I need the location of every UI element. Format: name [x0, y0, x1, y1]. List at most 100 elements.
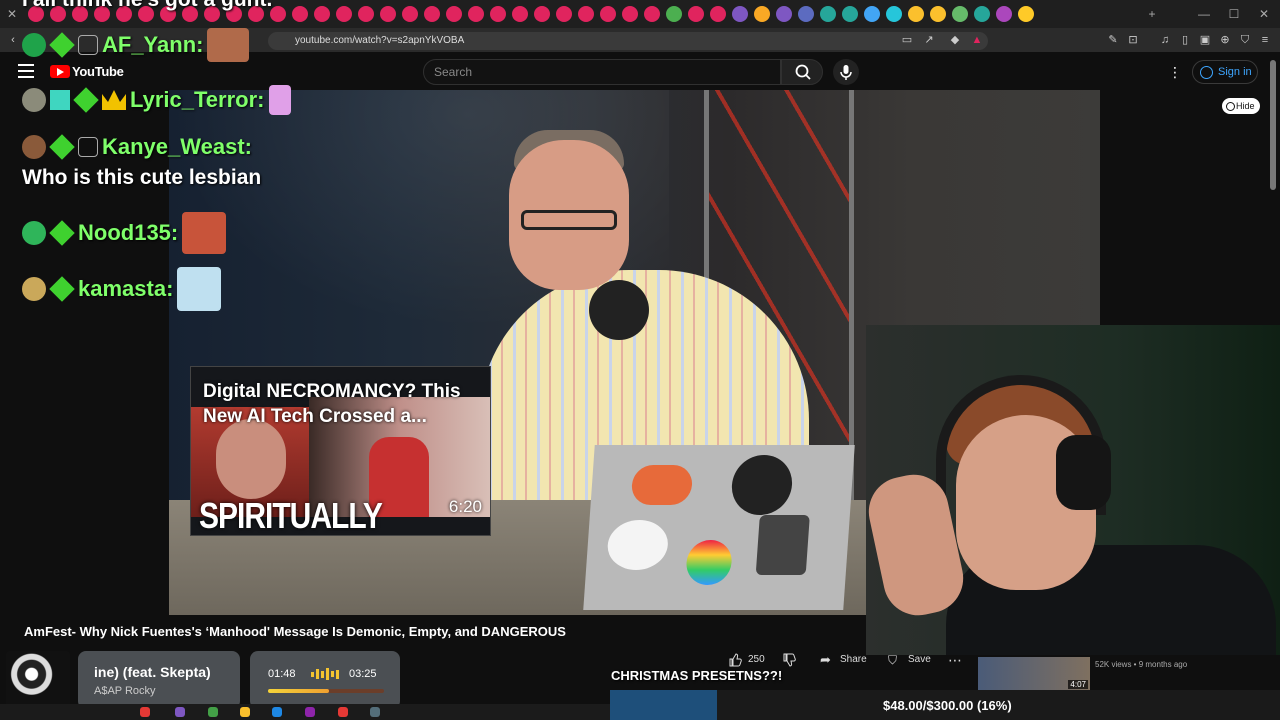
tab-favicon-icon[interactable]	[688, 6, 704, 22]
chat-line: Kanye_Weast:	[22, 134, 252, 160]
cast-icon[interactable]: ▭	[900, 33, 914, 47]
url-field[interactable]: youtube.com/watch?v=s2apnYkVOBA	[268, 32, 988, 50]
tab-favicon-icon[interactable]	[402, 6, 418, 22]
hide-button[interactable]: Hide	[1222, 98, 1260, 114]
youtube-logo-icon[interactable]	[50, 65, 70, 78]
tab-favicon-icon[interactable]	[644, 6, 660, 22]
screenshot-icon[interactable]: ⊡	[1126, 33, 1140, 47]
chrome-icon[interactable]	[240, 707, 250, 717]
tab-favicon-icon[interactable]	[776, 6, 792, 22]
settings-menu-icon[interactable]: ⋮	[1168, 64, 1182, 80]
now-playing-progress-bar	[268, 689, 384, 693]
tab-favicon-icon[interactable]	[314, 6, 330, 22]
sidebar-icon[interactable]: ▯	[1178, 33, 1192, 47]
hamburger-menu-icon[interactable]	[18, 64, 34, 78]
search-input[interactable]: Search	[423, 59, 781, 85]
now-playing-track: ine) (feat. Skepta)	[94, 664, 211, 680]
chat-username: kamasta:	[78, 276, 174, 301]
rewards-icon[interactable]: ▲	[970, 33, 984, 47]
tab-favicon-icon[interactable]	[798, 6, 814, 22]
now-playing-track-box: ine) (feat. Skepta) A$AP Rocky	[78, 651, 240, 709]
url-text: youtube.com/watch?v=s2apnYkVOBA	[295, 35, 465, 46]
taskbar-app-icon[interactable]	[338, 707, 348, 717]
shield-icon[interactable]: ⛉	[1238, 33, 1252, 47]
tab-favicon-icon[interactable]	[468, 6, 484, 22]
related-video-thumbnail[interactable]: 4:07	[978, 657, 1090, 691]
tab-favicon-icon[interactable]	[732, 6, 748, 22]
diamond-badge-icon	[74, 88, 98, 112]
tab-favicon-icon[interactable]	[380, 6, 396, 22]
tab-favicon-icon[interactable]	[974, 6, 990, 22]
more-actions-button[interactable]: ⋯	[948, 650, 964, 670]
thumbs-down-icon[interactable]	[782, 653, 796, 667]
like-button[interactable]: 250	[728, 650, 798, 670]
brave-shield-icon[interactable]: ◆	[948, 33, 962, 47]
close-tab-icon[interactable]: ✕	[4, 6, 20, 22]
tab-favicon-icon[interactable]	[490, 6, 506, 22]
maximize-button[interactable]: ☐	[1226, 6, 1242, 22]
youtube-wordmark[interactable]: YouTube	[72, 64, 124, 79]
taskbar-app-icon[interactable]	[175, 707, 185, 717]
taskbar-app-icon[interactable]	[208, 707, 218, 717]
back-icon[interactable]: ‹	[6, 33, 20, 47]
minimize-button[interactable]: —	[1196, 6, 1212, 22]
audio-wave-icon	[311, 668, 339, 680]
new-tab-button[interactable]: +	[1144, 6, 1160, 22]
voice-search-button[interactable]	[833, 59, 859, 85]
sign-in-button[interactable]: Sign in	[1192, 60, 1258, 84]
wallet-icon[interactable]: ▣	[1198, 33, 1212, 47]
tab-favicon-icon[interactable]	[952, 6, 968, 22]
music-icon[interactable]: ♫	[1158, 33, 1172, 47]
tab-favicon-icon[interactable]	[534, 6, 550, 22]
tab-favicon-icon[interactable]	[1018, 6, 1034, 22]
donation-goal-fill	[610, 690, 718, 720]
now-playing-progress-fill	[268, 689, 330, 693]
taskbar-app-icon[interactable]	[370, 707, 380, 717]
avatar-badge-icon	[22, 135, 46, 159]
tab-favicon-icon[interactable]	[270, 6, 286, 22]
now-playing-time-box: 01:48 03:25	[250, 651, 400, 709]
extensions-icon[interactable]: ✎	[1106, 33, 1120, 47]
kick-badge-icon	[22, 33, 46, 57]
suggested-video-card[interactable]: Digital NECROMANCY? This New AI Tech Cro…	[190, 366, 491, 536]
taskbar-app-icon[interactable]	[272, 707, 282, 717]
streamer-webcam	[866, 325, 1280, 655]
search-button[interactable]	[781, 59, 823, 85]
tab-favicon-icon[interactable]	[292, 6, 308, 22]
laptop-sticker	[729, 455, 795, 515]
tab-favicon-icon[interactable]	[446, 6, 462, 22]
taskbar-app-icon[interactable]	[140, 707, 150, 717]
share-button[interactable]: ➦ Share	[820, 650, 870, 670]
video-title: AmFest- Why Nick Fuentes's ‘Manhood' Mes…	[24, 624, 566, 639]
chat-username: Kanye_Weast:	[102, 134, 252, 159]
video-host-glasses	[521, 210, 617, 230]
laptop-sticker	[755, 515, 810, 575]
taskbar-app-icon[interactable]	[305, 707, 315, 717]
tab-favicon-icon[interactable]	[622, 6, 638, 22]
tab-favicon-icon[interactable]	[710, 6, 726, 22]
tab-favicon-icon[interactable]	[886, 6, 902, 22]
tab-favicon-icon[interactable]	[754, 6, 770, 22]
tab-favicon-icon[interactable]	[358, 6, 374, 22]
tab-favicon-icon[interactable]	[908, 6, 924, 22]
share-page-icon[interactable]: ↗	[922, 33, 936, 47]
tab-favicon-icon[interactable]	[666, 6, 682, 22]
tab-favicon-icon[interactable]	[512, 6, 528, 22]
tab-favicon-icon[interactable]	[556, 6, 572, 22]
tab-favicon-icon[interactable]	[424, 6, 440, 22]
now-playing-current-time: 01:48	[268, 668, 296, 680]
window-close-button[interactable]: ✕	[1256, 6, 1272, 22]
laptop-sticker	[606, 520, 670, 570]
menu-icon[interactable]: ≡	[1258, 33, 1272, 47]
tab-favicon-icon[interactable]	[820, 6, 836, 22]
tab-favicon-icon[interactable]	[930, 6, 946, 22]
save-button[interactable]: ⛉ Save	[888, 650, 934, 670]
tab-favicon-icon[interactable]	[864, 6, 880, 22]
tab-favicon-icon[interactable]	[336, 6, 352, 22]
tab-favicon-icon[interactable]	[578, 6, 594, 22]
tab-favicon-icon[interactable]	[842, 6, 858, 22]
vpn-icon[interactable]: ⊕	[1218, 33, 1232, 47]
tab-favicon-icon[interactable]	[600, 6, 616, 22]
page-scrollbar[interactable]	[1270, 60, 1276, 190]
tab-favicon-icon[interactable]	[996, 6, 1012, 22]
